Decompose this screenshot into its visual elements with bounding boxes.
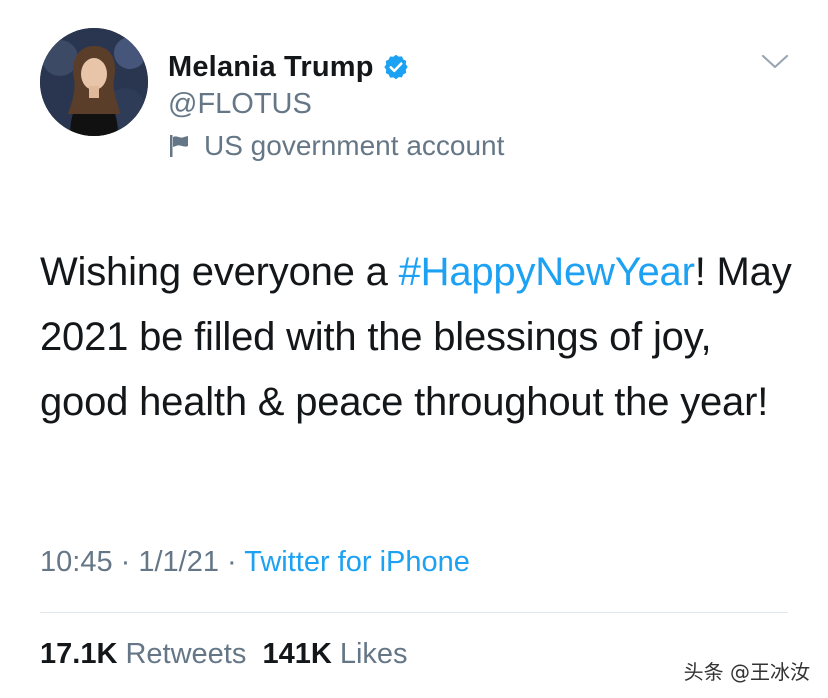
- avatar-image: [40, 28, 148, 136]
- account-label: US government account: [168, 130, 504, 162]
- flag-icon: [168, 133, 192, 159]
- retweets-stat[interactable]: 17.1K Retweets: [40, 638, 246, 670]
- watermark: 头条 @王冰汝: [683, 660, 810, 684]
- tweet-page: Melania Trump @FLOTUS US government acco…: [0, 0, 828, 698]
- retweets-label: Retweets: [125, 638, 247, 670]
- tweet-stats: 17.1K Retweets 141K Likes: [40, 638, 408, 671]
- likes-stat[interactable]: 141K Likes: [262, 638, 407, 670]
- government-account-label: US government account: [204, 130, 505, 161]
- likes-count: 141K: [262, 638, 332, 670]
- likes-label: Likes: [339, 638, 408, 670]
- tweet-source-link[interactable]: Twitter for iPhone: [244, 546, 470, 578]
- retweets-count: 17.1K: [40, 638, 118, 670]
- tweet-header: Melania Trump @FLOTUS US government acco…: [40, 28, 800, 178]
- divider: [40, 612, 788, 613]
- name-row: Melania Trump: [168, 48, 410, 86]
- tweet-date[interactable]: 1/1/21: [138, 546, 219, 578]
- tweet-text-prefix: Wishing everyone a: [40, 250, 399, 294]
- display-name[interactable]: Melania Trump: [168, 51, 374, 84]
- hashtag-link[interactable]: #HappyNewYear: [399, 250, 695, 294]
- avatar[interactable]: [40, 28, 148, 136]
- user-handle[interactable]: @FLOTUS: [168, 88, 312, 121]
- tweet-text: Wishing everyone a #HappyNewYear! May 20…: [40, 240, 800, 435]
- meta-separator: ·: [112, 546, 139, 578]
- verified-badge-icon: [382, 53, 410, 81]
- tweet-meta: 10:45 · 1/1/21 · Twitter for iPhone: [40, 546, 470, 579]
- tweet-time[interactable]: 10:45: [40, 546, 113, 578]
- chevron-down-icon[interactable]: [760, 50, 790, 72]
- meta-separator: ·: [219, 546, 245, 578]
